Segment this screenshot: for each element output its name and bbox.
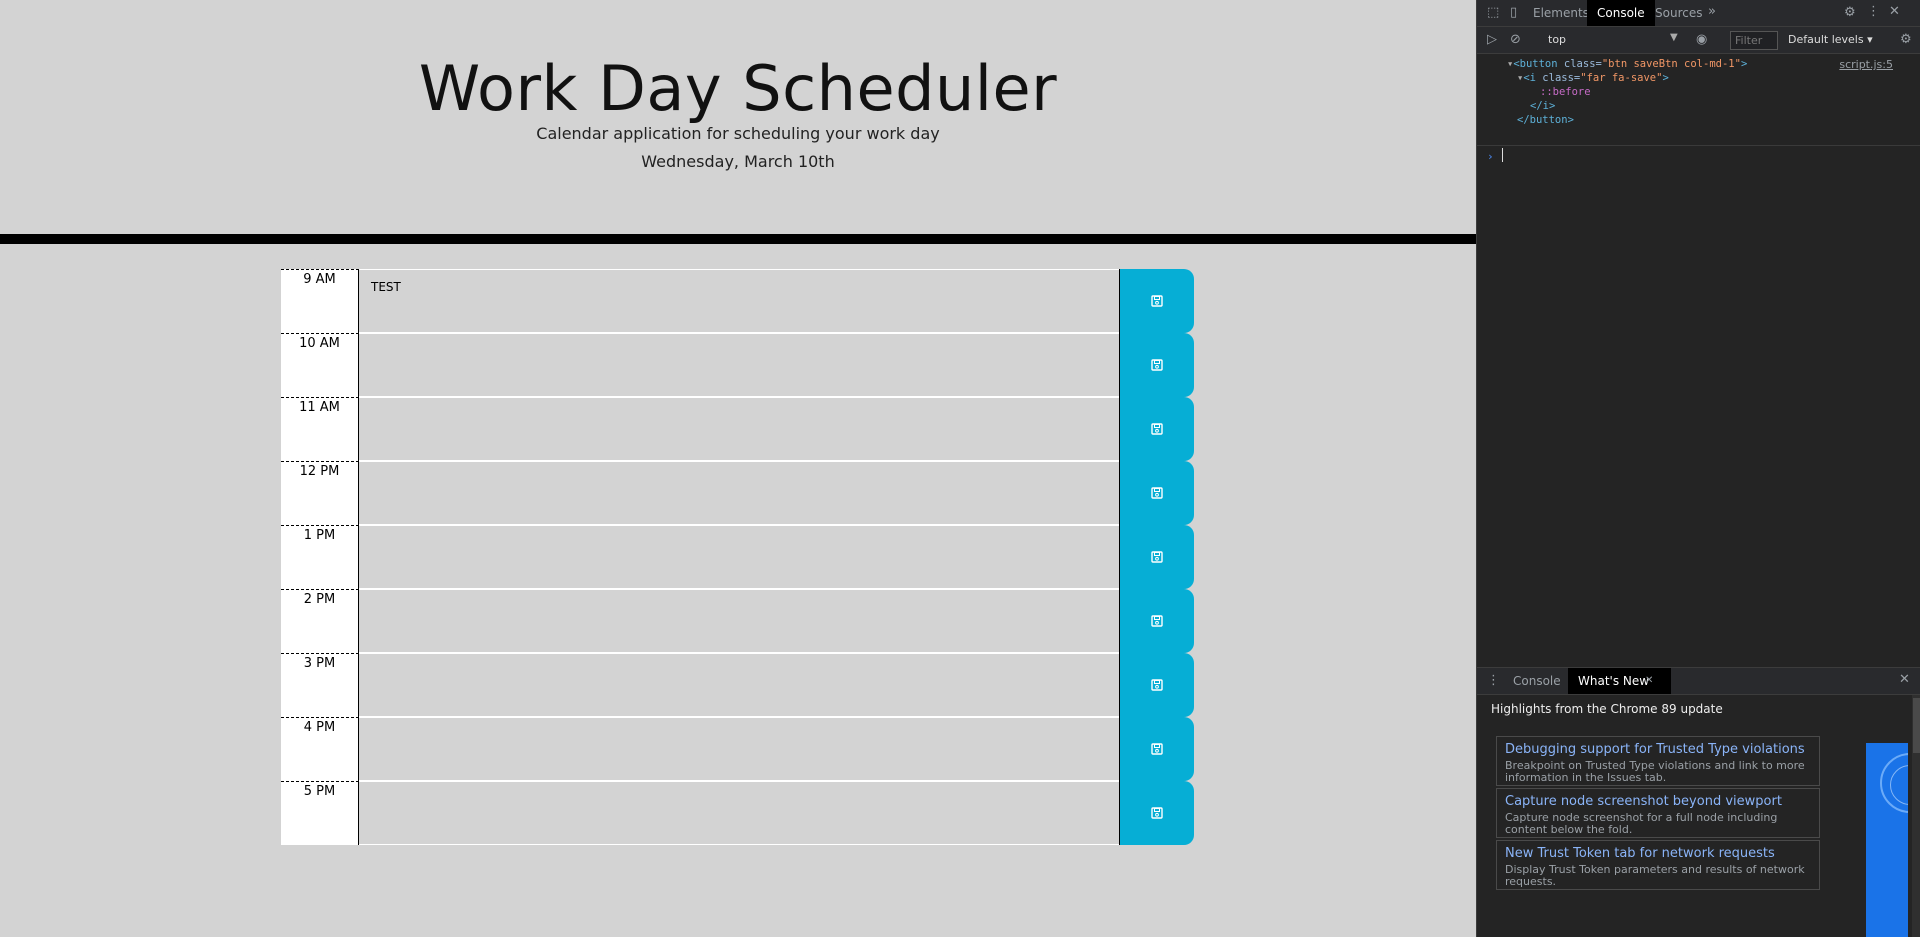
time-block-row: 2 PM	[281, 589, 1194, 653]
save-button[interactable]	[1119, 717, 1194, 781]
whats-new-heading: Highlights from the Chrome 89 update	[1491, 702, 1723, 716]
hour-label: 5 PM	[281, 781, 359, 845]
save-button[interactable]	[1119, 269, 1194, 333]
whats-new-card[interactable]: Debugging support for Trusted Type viola…	[1496, 736, 1820, 786]
floppy-disk-icon	[1151, 615, 1163, 627]
save-button[interactable]	[1119, 333, 1194, 397]
filter-input[interactable]: Filter	[1730, 31, 1778, 50]
save-button[interactable]	[1119, 397, 1194, 461]
event-textarea[interactable]	[359, 589, 1119, 653]
event-textarea[interactable]	[359, 653, 1119, 717]
save-button[interactable]	[1119, 781, 1194, 845]
console-toolbar: ▷ ⊘ top ▼ ◉ Filter Default levels ▾ ⚙	[1477, 27, 1920, 54]
hour-label: 11 AM	[281, 397, 359, 461]
console-separator	[1477, 145, 1920, 146]
device-toolbar-icon[interactable]: ▯	[1510, 6, 1517, 20]
event-textarea[interactable]	[359, 525, 1119, 589]
log-levels-dropdown[interactable]: Default levels ▾	[1788, 33, 1873, 46]
time-block-row: 1 PM	[281, 525, 1194, 589]
card-description: Display Trust Token parameters and resul…	[1505, 863, 1805, 888]
eye-icon[interactable]: ◉	[1696, 33, 1707, 47]
time-block-row: 10 AM	[281, 333, 1194, 397]
console-input[interactable]	[1502, 148, 1503, 162]
hour-label: 1 PM	[281, 525, 359, 589]
chevron-down-icon: ▼	[1670, 32, 1678, 43]
time-block-row: 3 PM	[281, 653, 1194, 717]
chrome-update-illustration	[1866, 743, 1908, 937]
devtools-panel: ⬚ ▯ Elements Console Sources » ⚙ ⋮ ✕ ▷ ⊘…	[1476, 0, 1920, 937]
hour-label: 9 AM	[281, 269, 359, 333]
hour-label: 10 AM	[281, 333, 359, 397]
drawer-tab-console[interactable]: Console	[1503, 668, 1571, 694]
current-date: Wednesday, March 10th	[641, 152, 835, 171]
sidebar-toggle-icon[interactable]: ▷	[1487, 33, 1497, 47]
save-button[interactable]	[1119, 525, 1194, 589]
console-prompt-icon: ›	[1487, 150, 1494, 163]
page-title: Work Day Scheduler	[418, 52, 1058, 125]
time-block-row: 4 PM	[281, 717, 1194, 781]
drawer-tab-whats-new[interactable]: What's New	[1568, 668, 1672, 694]
scrollbar-thumb[interactable]	[1913, 698, 1920, 753]
drawer-tabbar: ⋮ Console What's New ✕ ✕	[1477, 668, 1920, 695]
more-tabs-icon[interactable]: »	[1708, 5, 1716, 19]
kebab-menu-icon[interactable]: ⋮	[1867, 5, 1880, 19]
event-textarea[interactable]	[359, 333, 1119, 397]
page: Work Day Scheduler Calendar application …	[0, 0, 1476, 937]
event-textarea[interactable]: TEST	[359, 269, 1119, 333]
time-block-row: 11 AM	[281, 397, 1194, 461]
header-divider	[0, 234, 1476, 244]
floppy-disk-icon	[1151, 679, 1163, 691]
floppy-disk-icon	[1151, 295, 1163, 307]
devtools-drawer: ⋮ Console What's New ✕ ✕ Highlights from…	[1477, 667, 1920, 937]
hour-label: 12 PM	[281, 461, 359, 525]
whats-new-card[interactable]: New Trust Token tab for network requests…	[1496, 840, 1820, 890]
hour-label: 3 PM	[281, 653, 359, 717]
time-block-row: 12 PM	[281, 461, 1194, 525]
save-button[interactable]	[1119, 653, 1194, 717]
clear-console-icon[interactable]: ⊘	[1510, 33, 1521, 47]
event-textarea[interactable]	[359, 461, 1119, 525]
close-devtools-icon[interactable]: ✕	[1889, 5, 1900, 19]
code-line-i-open[interactable]: ▾<i class="far fa-save">	[1517, 72, 1669, 84]
code-line-i-close: </i>	[1530, 100, 1556, 112]
source-link[interactable]: script.js:5	[1839, 58, 1893, 71]
event-textarea[interactable]	[359, 397, 1119, 461]
floppy-disk-icon	[1151, 807, 1163, 819]
console-output: ▾<button class="btn saveBtn col-md-1"> s…	[1477, 54, 1920, 666]
card-description: Capture node screenshot for a full node …	[1505, 811, 1778, 836]
drawer-menu-icon[interactable]: ⋮	[1487, 674, 1500, 688]
tab-sources[interactable]: Sources	[1645, 0, 1712, 26]
console-settings-icon[interactable]: ⚙	[1900, 33, 1912, 47]
context-select[interactable]: top	[1548, 33, 1686, 46]
floppy-disk-icon	[1151, 551, 1163, 563]
hour-label: 2 PM	[281, 589, 359, 653]
page-subtitle: Calendar application for scheduling your…	[536, 124, 940, 143]
close-drawer-icon[interactable]: ✕	[1899, 673, 1910, 687]
card-title[interactable]: Debugging support for Trusted Type viola…	[1505, 742, 1811, 758]
code-line-button-close: </button>	[1517, 114, 1574, 126]
hour-label: 4 PM	[281, 717, 359, 781]
floppy-disk-icon	[1151, 423, 1163, 435]
time-block-row: 5 PM	[281, 781, 1194, 845]
card-title[interactable]: Capture node screenshot beyond viewport	[1505, 794, 1811, 810]
save-button[interactable]	[1119, 461, 1194, 525]
save-button[interactable]	[1119, 589, 1194, 653]
card-description: Breakpoint on Trusted Type violations an…	[1505, 759, 1805, 784]
event-textarea[interactable]	[359, 717, 1119, 781]
header: Work Day Scheduler Calendar application …	[0, 0, 1476, 234]
schedule: 9 AM TEST 10 AM 11 AM 12 PM 1 PM 2 PM 3 PM 4 PM 5…	[281, 269, 1194, 845]
settings-gear-icon[interactable]: ⚙	[1844, 6, 1856, 20]
floppy-disk-icon	[1151, 359, 1163, 371]
floppy-disk-icon	[1151, 743, 1163, 755]
card-title[interactable]: New Trust Token tab for network requests	[1505, 846, 1811, 862]
floppy-disk-icon	[1151, 487, 1163, 499]
close-tab-icon[interactable]: ✕	[1645, 674, 1653, 688]
inspect-element-icon[interactable]: ⬚	[1487, 6, 1499, 20]
devtools-tabbar: ⬚ ▯ Elements Console Sources » ⚙ ⋮ ✕	[1477, 0, 1920, 27]
whats-new-card[interactable]: Capture node screenshot beyond viewport C…	[1496, 788, 1820, 838]
code-line-pseudo: ::before	[1540, 86, 1591, 98]
code-line-button-open[interactable]: ▾<button class="btn saveBtn col-md-1">	[1507, 58, 1747, 70]
event-textarea[interactable]	[359, 781, 1119, 845]
time-block-row: 9 AM TEST	[281, 269, 1194, 333]
